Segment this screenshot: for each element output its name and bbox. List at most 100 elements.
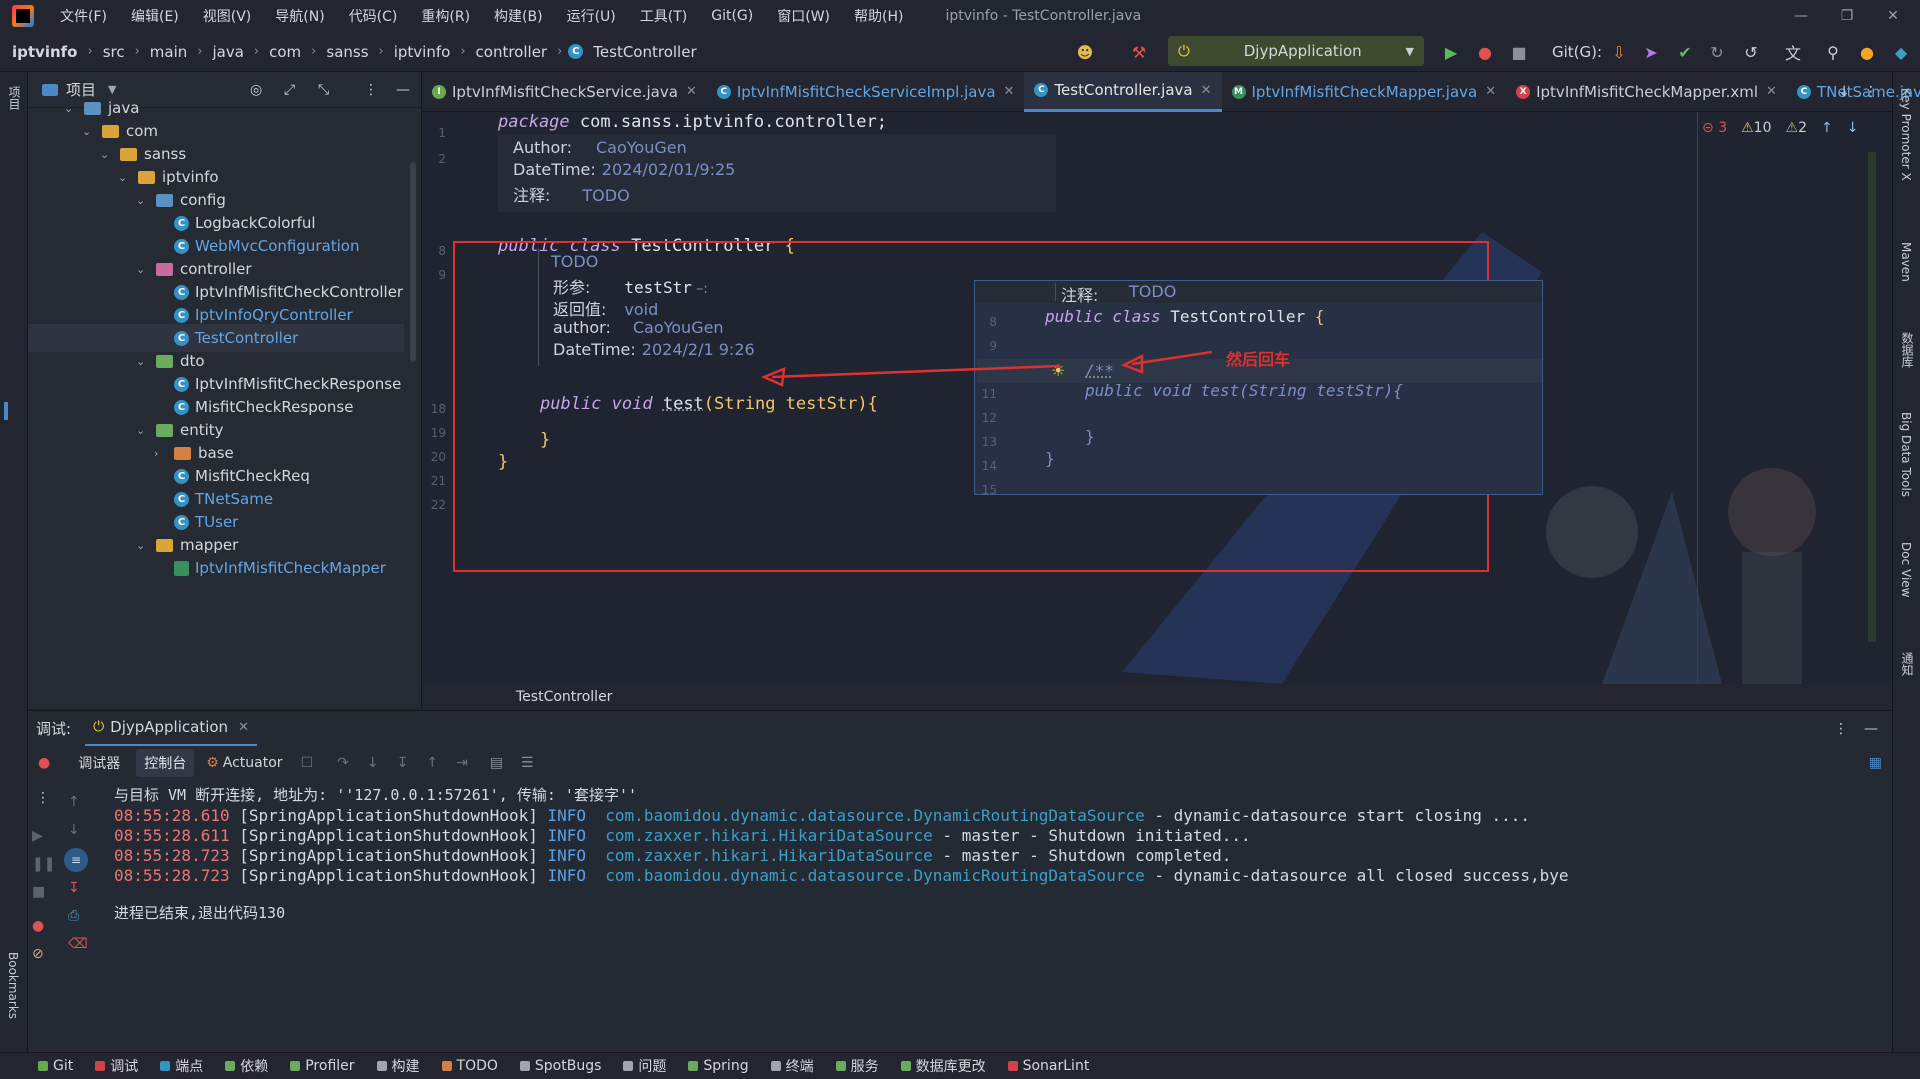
chevron-down-icon[interactable]: ⌄ — [136, 424, 150, 437]
statusbar-item[interactable]: 依赖 — [225, 1056, 268, 1076]
git-update-icon[interactable]: ⇩ — [1608, 41, 1630, 63]
breadcrumb-sanss[interactable]: sanss — [322, 43, 372, 61]
hide-panel-icon[interactable]: — — [1864, 721, 1878, 737]
breadcrumb-iptvinfo[interactable]: iptvinfo — [390, 43, 455, 61]
breadcrumb-src[interactable]: src — [99, 43, 129, 61]
force-step-into-icon[interactable]: ↧ — [397, 755, 409, 771]
chevron-down-icon[interactable]: ⌄ — [82, 125, 96, 138]
chevron-down-icon[interactable]: ⌄ — [136, 263, 150, 276]
search-icon[interactable]: ⚲ — [1822, 41, 1844, 63]
breadcrumb-com[interactable]: com — [265, 43, 305, 61]
next-highlight-icon[interactable]: ↓ — [1847, 120, 1859, 136]
close-tab-icon[interactable]: ✕ — [1201, 83, 1212, 98]
editor-tab[interactable]: C TestController.java ✕ — [1024, 71, 1222, 112]
tree-item[interactable]: IptvInfMisfitCheckMapper — [28, 554, 404, 582]
prev-highlight-icon[interactable]: ↑ — [1821, 120, 1833, 136]
close-tab-icon[interactable]: ✕ — [1485, 84, 1496, 99]
menu-view[interactable]: 视图(V) — [191, 6, 264, 26]
close-tab-icon[interactable]: ✕ — [238, 720, 249, 735]
update-icon[interactable]: ● — [1856, 41, 1878, 63]
chevron-down-icon[interactable]: ⌄ — [100, 148, 114, 161]
down-icon[interactable]: ↓ — [68, 822, 80, 838]
statusbar-item[interactable]: 调试 — [95, 1056, 138, 1076]
more-options-icon[interactable]: ⋮ — [1834, 721, 1848, 737]
scroll-to-end-icon[interactable]: ↧ — [68, 880, 80, 896]
chevron-down-icon[interactable]: ⌄ — [118, 171, 132, 184]
more-icon[interactable]: ⋮ — [36, 790, 50, 806]
up-icon[interactable]: ↑ — [68, 794, 80, 810]
statusbar-item[interactable]: 问题 — [623, 1056, 666, 1076]
menu-navigate[interactable]: 导航(N) — [263, 6, 336, 26]
breadcrumb-controller[interactable]: controller — [472, 43, 552, 61]
tab-list-icon[interactable]: ↓ — [1838, 84, 1850, 100]
breakpoints-icon[interactable]: ● — [32, 918, 44, 934]
stop-icon[interactable]: ■ — [32, 884, 45, 900]
debug-icon[interactable]: ● — [38, 755, 50, 771]
menu-file[interactable]: 文件(F) — [48, 6, 119, 26]
git-push-icon[interactable]: ➤ — [1640, 41, 1662, 63]
build-hammer-icon[interactable]: ⚒ — [1128, 41, 1150, 63]
tab-debugger[interactable]: 调试器 — [70, 749, 128, 777]
chevron-right-icon[interactable]: › — [154, 447, 168, 460]
chevron-down-icon[interactable]: ⌄ — [136, 355, 150, 368]
print-icon[interactable]: ⎙ — [68, 908, 79, 924]
database-tool-button[interactable]: 数据库 — [1899, 332, 1916, 368]
restore-icon[interactable]: ❐ — [1824, 0, 1870, 32]
step-out-icon[interactable]: ↑ — [426, 755, 438, 771]
breadcrumb-java[interactable]: java — [208, 43, 247, 61]
breadcrumb-main[interactable]: main — [146, 43, 191, 61]
inspection-widget[interactable]: ⊝ 3 ⚠10 ⚠2 ↑ ↓ — [1702, 120, 1858, 136]
run-config-selector[interactable]: ⏻ DjypApplication ▼ — [1168, 36, 1424, 66]
threads-icon[interactable]: ☰ — [521, 755, 534, 771]
project-tool-button[interactable]: 项目 — [6, 86, 23, 110]
breadcrumb-testcontroller[interactable]: TestController — [589, 43, 700, 61]
statusbar-item[interactable]: Git — [38, 1058, 73, 1074]
menu-build[interactable]: 构建(B) — [482, 6, 555, 26]
soft-wrap-icon[interactable]: ≡ — [64, 848, 88, 872]
plugin-icon[interactable]: ◆ — [1890, 41, 1912, 63]
statusbar-item[interactable]: 端点 — [160, 1056, 203, 1076]
mute-breakpoints-icon[interactable]: ⊘ — [32, 946, 44, 962]
stop-icon[interactable]: ■ — [1508, 41, 1530, 63]
statusbar-item[interactable]: TODO — [441, 1058, 498, 1074]
pause-icon[interactable]: ❚❚ — [32, 856, 55, 872]
doc-view-tool-button[interactable]: Doc View — [1899, 542, 1913, 597]
restore-layout-icon[interactable]: ☐ — [301, 755, 314, 771]
run-tab-djyp[interactable]: ⏻ DjypApplication ✕ — [85, 711, 257, 747]
tab-actuator[interactable]: Actuator — [223, 755, 283, 771]
run-icon[interactable]: ▶ — [1440, 41, 1462, 63]
editor-tab[interactable]: M IptvInfMisfitCheckMapper.java ✕ — [1222, 72, 1507, 112]
evaluate-icon[interactable]: ▤ — [490, 755, 503, 771]
chevron-down-icon[interactable]: ⌄ — [64, 102, 78, 115]
translate-icon[interactable]: 文 — [1782, 41, 1804, 63]
more-tabs-icon[interactable]: ⋮ — [1864, 84, 1878, 100]
users-icon[interactable]: ☻ — [1074, 41, 1096, 63]
editor-tab[interactable]: CTNetSame.java✕ — [1787, 72, 1920, 112]
big-data-tools-button[interactable]: Big Data Tools — [1899, 412, 1913, 497]
step-into-icon[interactable]: ↓ — [367, 755, 379, 771]
close-tab-icon[interactable]: ✕ — [686, 84, 697, 99]
menu-edit[interactable]: 编辑(E) — [119, 6, 191, 26]
editor-scrollbar[interactable] — [1868, 152, 1876, 642]
statusbar-item[interactable]: 构建 — [376, 1056, 420, 1076]
statusbar-item[interactable]: Profiler — [290, 1058, 355, 1074]
chevron-down-icon[interactable]: ⌄ — [136, 194, 150, 207]
menu-help[interactable]: 帮助(H) — [842, 6, 915, 26]
statusbar-item[interactable]: 终端 — [770, 1056, 814, 1076]
menu-window[interactable]: 窗口(W) — [765, 6, 842, 26]
menu-refactor[interactable]: 重构(R) — [409, 6, 482, 26]
history-icon[interactable]: ↻ — [1706, 41, 1728, 63]
maven-tool-button[interactable]: Maven — [1899, 242, 1913, 282]
debug-icon[interactable]: ● — [1474, 41, 1496, 63]
console-output[interactable]: ⋮ ▶ ❚❚ ■ ● ⊘ ↑ ↓ ≡ ↧ ⎙ ⌫ 与目标 VM 断开连接, 地址… — [28, 780, 1892, 1052]
close-tab-icon[interactable]: ✕ — [1004, 84, 1015, 99]
statusbar-item[interactable]: SpotBugs — [519, 1058, 601, 1074]
resume-icon[interactable]: ▶ — [32, 828, 43, 844]
tab-console[interactable]: 控制台 — [136, 749, 195, 777]
chevron-down-icon[interactable]: ⌄ — [136, 539, 150, 552]
statusbar-item[interactable]: SonarLint — [1007, 1058, 1089, 1074]
clear-all-icon[interactable]: ⌫ — [68, 936, 88, 952]
close-window-icon[interactable]: ✕ — [1870, 0, 1916, 32]
git-commit-icon[interactable]: ✔ — [1674, 41, 1696, 63]
rollback-icon[interactable]: ↺ — [1740, 41, 1762, 63]
